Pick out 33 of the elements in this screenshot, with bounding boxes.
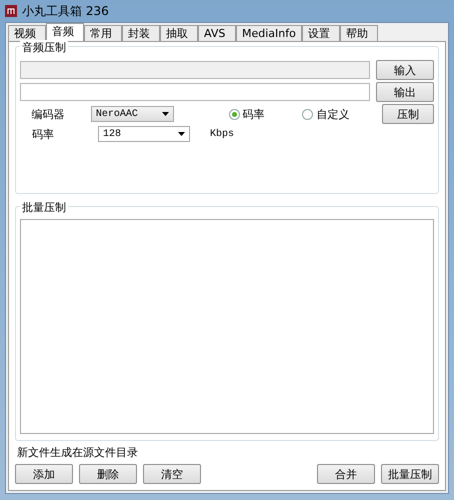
- tab[interactable]: 帮助: [340, 25, 378, 42]
- input-field[interactable]: [20, 61, 370, 79]
- tab[interactable]: 抽取: [160, 25, 198, 42]
- bitrate-label: 码率: [32, 126, 55, 142]
- input-button[interactable]: 输入: [376, 60, 434, 80]
- group-title: 音频压制: [20, 40, 68, 55]
- radio-option[interactable]: 自定义: [302, 106, 370, 122]
- action-button[interactable]: 合并: [317, 464, 375, 484]
- encoder-dropdown[interactable]: NeroAAC: [90, 106, 174, 122]
- encoder-label: 编码器: [31, 106, 66, 122]
- group-title: 批量压制: [20, 200, 68, 215]
- bitrate-dropdown[interactable]: 128: [98, 126, 190, 142]
- dropdown-caret-icon: [162, 112, 169, 116]
- app-icon: [5, 5, 17, 17]
- dropdown-caret-icon: [178, 132, 185, 136]
- tab[interactable]: 常用: [84, 25, 122, 42]
- note-text: 新文件生成在源文件目录: [17, 445, 139, 460]
- tab[interactable]: AVS: [198, 25, 236, 42]
- action-button[interactable]: 批量压制: [381, 464, 439, 484]
- tab[interactable]: 封装: [122, 25, 160, 42]
- output-button[interactable]: 输出: [376, 82, 434, 102]
- tab[interactable]: 视频: [8, 25, 46, 42]
- tab[interactable]: 音频: [46, 23, 84, 42]
- action-button[interactable]: 清空: [143, 464, 201, 484]
- action-button[interactable]: 删除: [79, 464, 137, 484]
- tab[interactable]: MediaInfo: [236, 25, 302, 42]
- tab[interactable]: 设置: [302, 25, 340, 42]
- output-field[interactable]: [20, 83, 370, 101]
- radio-option[interactable]: 码率: [228, 106, 296, 122]
- unit-label: Kbps: [210, 128, 234, 140]
- action-button[interactable]: 添加: [15, 464, 73, 484]
- encode-button[interactable]: 压制: [382, 104, 434, 124]
- window-title: 小丸工具箱 236: [22, 2, 109, 20]
